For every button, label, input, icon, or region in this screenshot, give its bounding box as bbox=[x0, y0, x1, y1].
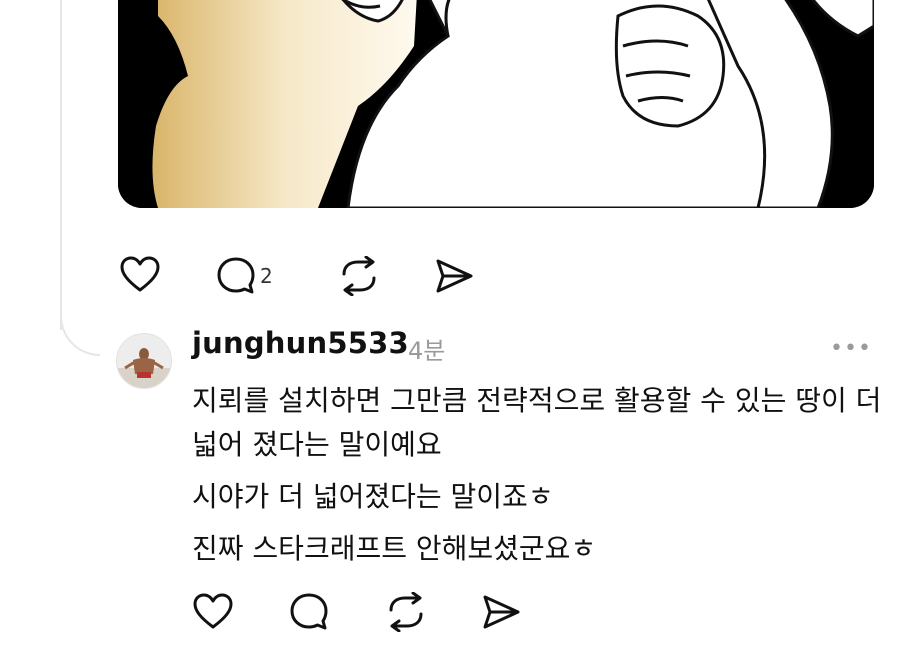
thread-line bbox=[60, 0, 62, 330]
avatar[interactable] bbox=[116, 333, 172, 389]
thread-connector bbox=[60, 300, 100, 356]
repost-icon bbox=[389, 592, 423, 632]
repost-icon bbox=[342, 256, 376, 296]
post-image[interactable] bbox=[118, 0, 874, 208]
reply-timestamp: 4분 bbox=[408, 337, 446, 365]
reply-like-button[interactable] bbox=[193, 593, 233, 631]
comment-icon bbox=[290, 593, 328, 630]
post-comment-button[interactable]: 2 bbox=[216, 256, 273, 296]
reply-text: 지뢰를 설치하면 그만큼 전략적으로 활용할 수 있는 땅이 더 넓어 졌다는 … bbox=[192, 379, 882, 571]
more-icon[interactable]: ••• bbox=[830, 336, 872, 361]
profile-photo bbox=[117, 334, 171, 388]
send-icon bbox=[436, 259, 473, 293]
cartoon-illustration bbox=[118, 0, 874, 208]
post-repost-button[interactable] bbox=[338, 256, 380, 296]
send-icon bbox=[483, 595, 520, 629]
comment-icon bbox=[217, 257, 255, 294]
heart-icon bbox=[193, 593, 233, 629]
reply-repost-button[interactable] bbox=[385, 592, 427, 632]
post-like-button[interactable] bbox=[120, 256, 160, 294]
reply-username[interactable]: junghun5533 bbox=[192, 326, 409, 360]
reply-comment-button[interactable] bbox=[289, 592, 329, 632]
heart-icon bbox=[120, 256, 160, 292]
reply-line: 지뢰를 설치하면 그만큼 전략적으로 활용할 수 있는 땅이 더 넓어 졌다는 … bbox=[192, 384, 882, 461]
comment-count: 2 bbox=[260, 264, 273, 288]
reply-line: 진짜 스타크래프트 안해보셨군요ㅎ bbox=[192, 532, 597, 565]
post-share-button[interactable] bbox=[434, 256, 474, 296]
reply-line: 시야가 더 넓어졌다는 말이죠ㅎ bbox=[192, 480, 554, 513]
reply-share-button[interactable] bbox=[481, 592, 521, 632]
